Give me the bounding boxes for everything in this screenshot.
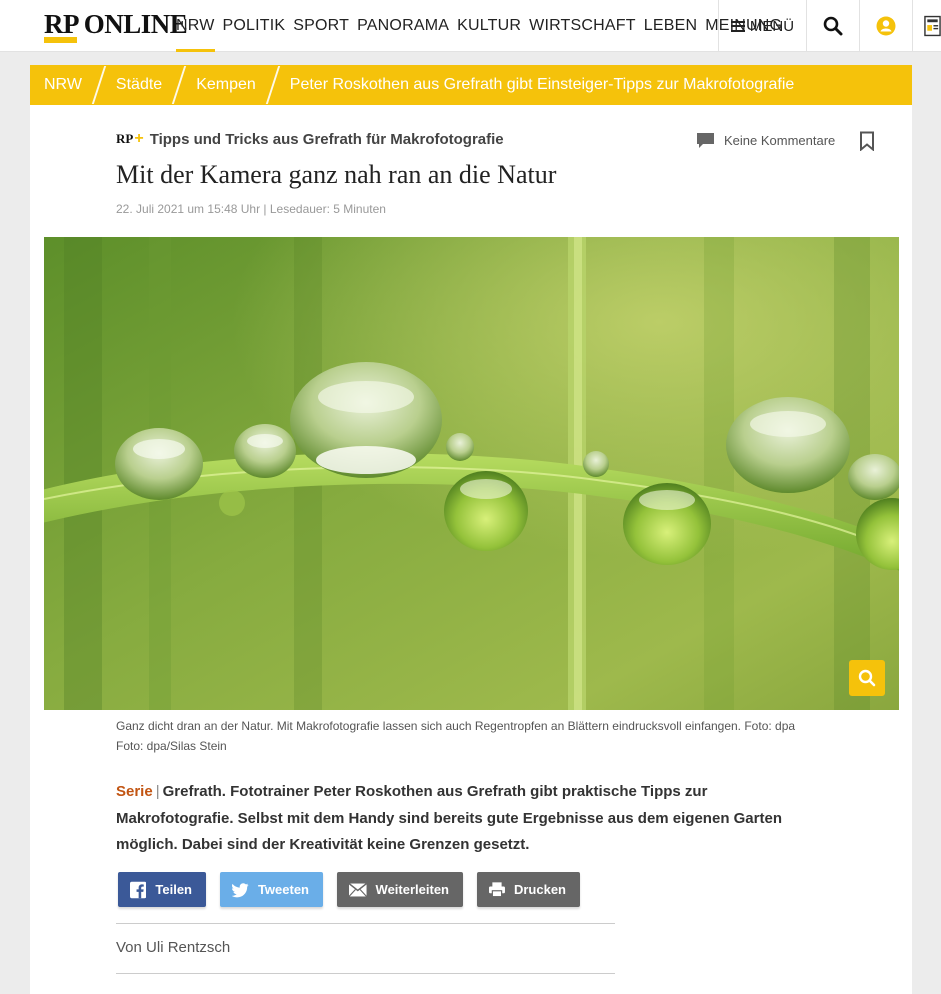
kicker-row: RP+ Tipps und Tricks aus Grefrath für Ma… [116, 130, 504, 148]
breadcrumb-item-staedte[interactable]: Städte [116, 76, 162, 94]
breadcrumb-separator [265, 66, 280, 104]
author-byline: Von Uli Rentzsch [116, 939, 231, 956]
article-hero-image[interactable] [44, 237, 899, 710]
raindrop [623, 483, 711, 565]
article-kicker: Tipps und Tricks aus Grefrath für Makrof… [149, 130, 504, 148]
breadcrumb: NRW Städte Kempen Peter Roskothen aus Gr… [30, 65, 912, 105]
top-navigation-bar: RP ONLINE NRW POLITIK SPORT PANORAMA KUL… [0, 0, 941, 52]
email-icon [349, 882, 367, 897]
rp-online-logo[interactable]: RP ONLINE [44, 9, 188, 43]
raindrops-on-grass-photo [44, 237, 899, 710]
bookmark-button[interactable] [859, 131, 875, 156]
divider [116, 923, 615, 924]
raindrop [115, 428, 203, 500]
printer-icon [489, 882, 505, 898]
breadcrumb-item-article[interactable]: Peter Roskothen aus Grefrath gibt Einste… [290, 76, 795, 94]
series-label[interactable]: Serie [116, 783, 153, 800]
raindrop [583, 451, 609, 477]
zoom-icon [858, 669, 876, 687]
print-label: Drucken [513, 882, 566, 897]
share-bar: Teilen Tweeten Weiterleiten Drucken [118, 872, 580, 907]
bookmark-icon [860, 131, 874, 152]
user-icon [876, 16, 896, 36]
nav-item-politik[interactable]: POLITIK [223, 0, 286, 52]
breadcrumb-separator [91, 66, 107, 104]
account-button[interactable] [859, 0, 912, 52]
nav-item-kultur[interactable]: KULTUR [457, 0, 521, 52]
search-icon [823, 16, 843, 36]
nav-item-nrw[interactable]: NRW [176, 0, 215, 52]
menu-label: MENÜ [749, 17, 795, 35]
raindrop [234, 424, 296, 478]
epaper-button[interactable] [912, 0, 941, 52]
raindrop [444, 471, 528, 551]
image-caption: Ganz dicht dran an der Natur. Mit Makrof… [116, 719, 796, 753]
hamburger-icon [730, 20, 745, 32]
share-facebook-label: Teilen [155, 882, 192, 897]
nav-item-panorama[interactable]: PANORAMA [357, 0, 449, 52]
share-twitter-label: Tweeten [257, 882, 309, 897]
nav-item-wirtschaft[interactable]: WIRTSCHAFT [529, 0, 636, 52]
raindrop [290, 362, 442, 478]
raindrop [219, 490, 245, 516]
article-dateline: 22. Juli 2021 um 15:48 Uhr | Lesedauer: … [116, 202, 386, 216]
search-button[interactable] [806, 0, 859, 52]
print-button[interactable]: Drucken [477, 872, 580, 907]
rp-plus-badge: RP+ [116, 130, 144, 147]
twitter-icon [232, 882, 249, 897]
share-email-label: Weiterleiten [375, 882, 449, 897]
share-email-button[interactable]: Weiterleiten [337, 872, 463, 907]
main-nav: NRW POLITIK SPORT PANORAMA KULTUR WIRTSC… [176, 0, 790, 52]
comment-icon [697, 133, 714, 148]
divider [116, 973, 615, 974]
nav-item-leben[interactable]: LEBEN [644, 0, 697, 52]
breadcrumb-item-kempen[interactable]: Kempen [196, 76, 256, 94]
menu-button[interactable]: MENÜ [718, 0, 806, 52]
facebook-icon [130, 881, 147, 898]
article-headline: Mit der Kamera ganz nah ran an die Natur [116, 160, 557, 189]
raindrop [726, 397, 850, 493]
logo-text: RP ONLINE [44, 9, 188, 39]
article-lead: Serie | Grefrath. Fototrainer Peter Roskot… [116, 783, 782, 853]
comments-label: Keine Kommentare [724, 133, 836, 148]
breadcrumb-item-nrw[interactable]: NRW [44, 76, 82, 94]
comments-link[interactable]: Keine Kommentare [696, 132, 835, 149]
newspaper-icon [924, 15, 941, 37]
nav-item-sport[interactable]: SPORT [293, 0, 349, 52]
article-card: RP+ Tipps und Tricks aus Grefrath für Ma… [30, 105, 912, 994]
image-zoom-button[interactable] [849, 660, 885, 696]
lead-text: Grefrath. Fototrainer Peter Roskothen au… [116, 783, 782, 853]
share-facebook-button[interactable]: Teilen [118, 872, 206, 907]
breadcrumb-separator [172, 66, 187, 104]
share-twitter-button[interactable]: Tweeten [220, 872, 323, 907]
raindrop [446, 433, 474, 461]
